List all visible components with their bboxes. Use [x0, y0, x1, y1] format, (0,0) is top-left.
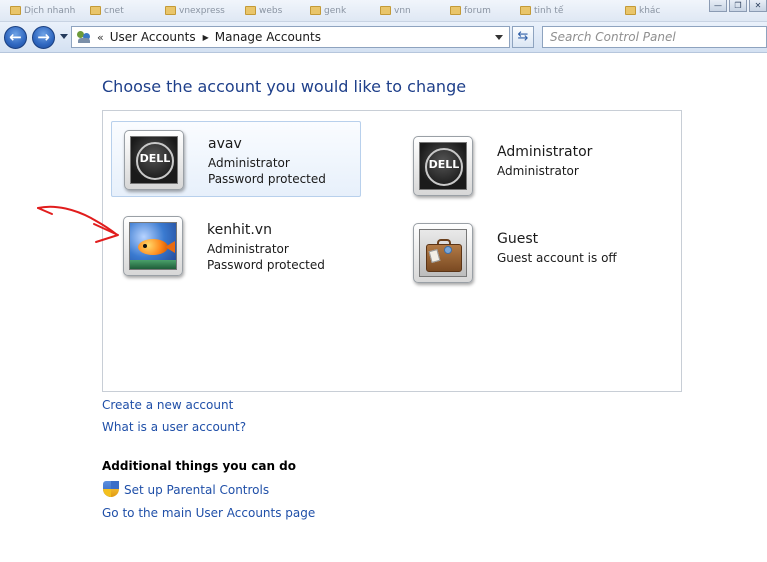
account-tile-guest[interactable]: Guest Guest account is off — [401, 215, 651, 291]
page-title: Choose the account you would like to cha… — [102, 77, 467, 96]
bookmark-folder[interactable]: vnn — [380, 3, 411, 18]
forward-button[interactable]: → — [32, 26, 55, 49]
account-tile-kenhit-vn[interactable]: kenhit.vn Administrator Password protect… — [111, 208, 361, 284]
briefcase-icon — [419, 229, 467, 277]
bookmark-folder[interactable]: Dịch nhanh — [10, 3, 75, 18]
fish-picture-icon — [129, 222, 177, 270]
recent-pages-dropdown-icon[interactable] — [60, 34, 68, 39]
account-name: avav — [208, 136, 242, 152]
folder-icon — [10, 6, 21, 15]
bookmark-folder[interactable]: vnexpress — [165, 3, 225, 18]
folder-icon — [625, 6, 636, 15]
bookmark-folder[interactable]: genk — [310, 3, 346, 18]
folder-icon — [380, 6, 391, 15]
account-type: Administrator — [207, 242, 289, 256]
account-tile-administrator[interactable]: DELL Administrator Administrator — [401, 128, 651, 204]
account-type: Administrator — [208, 156, 290, 170]
close-button[interactable]: ✕ — [749, 0, 767, 12]
bookmark-folder[interactable]: khác — [625, 3, 660, 18]
additional-things-heading: Additional things you can do — [102, 459, 297, 473]
search-input[interactable]: Search Control Panel — [542, 26, 767, 48]
folder-icon — [245, 6, 256, 15]
breadcrumb-user-accounts[interactable]: User Accounts — [110, 30, 196, 44]
account-name: kenhit.vn — [207, 222, 272, 238]
folder-icon — [310, 6, 321, 15]
what-is-user-account-link[interactable]: What is a user account? — [102, 420, 246, 434]
folder-icon — [450, 6, 461, 15]
window-controls: — ❐ ✕ — [709, 0, 767, 12]
account-type: Administrator — [497, 164, 579, 178]
user-accounts-icon — [76, 30, 92, 44]
annotation-arrow-icon — [37, 205, 119, 243]
refresh-button[interactable]: ⇆ — [512, 26, 534, 48]
bookmark-folder[interactable]: forum — [450, 3, 491, 18]
account-picture — [123, 216, 183, 276]
dell-logo-icon: DELL — [419, 142, 467, 190]
account-picture: DELL — [124, 130, 184, 190]
account-name: Administrator — [497, 144, 593, 160]
restore-button[interactable]: ❐ — [729, 0, 747, 12]
bookmark-folder[interactable]: cnet — [90, 3, 124, 18]
uac-shield-icon — [103, 481, 119, 498]
account-picture: DELL — [413, 136, 473, 196]
folder-icon — [520, 6, 531, 15]
create-account-link[interactable]: Create a new account — [102, 398, 233, 412]
bookmark-folder[interactable]: tinh tế — [520, 3, 563, 18]
breadcrumb-separator-icon[interactable]: ▶ — [203, 33, 209, 42]
account-status: Guest account is off — [497, 251, 617, 265]
accounts-panel: DELL avav Administrator Password protect… — [102, 110, 682, 392]
breadcrumb-manage-accounts[interactable]: Manage Accounts — [215, 30, 321, 44]
minimize-button[interactable]: — — [709, 0, 727, 12]
back-button[interactable]: ← — [4, 26, 27, 49]
account-status: Password protected — [207, 258, 325, 272]
account-tile-avav[interactable]: DELL avav Administrator Password protect… — [111, 121, 361, 197]
dell-logo-icon: DELL — [130, 136, 178, 184]
address-bar[interactable]: « User Accounts ▶ Manage Accounts — [71, 26, 510, 48]
bookmark-folder[interactable]: webs — [245, 3, 282, 18]
address-dropdown-icon[interactable] — [495, 35, 503, 40]
main-user-accounts-link[interactable]: Go to the main User Accounts page — [102, 506, 315, 520]
folder-icon — [90, 6, 101, 15]
parental-controls-link[interactable]: Set up Parental Controls — [124, 483, 269, 497]
account-status: Password protected — [208, 172, 326, 186]
bookmarks-bar: Dịch nhanh cnet vnexpress webs genk vnn … — [0, 0, 767, 22]
account-name: Guest — [497, 231, 539, 247]
account-picture — [413, 223, 473, 283]
breadcrumb-overflow-chevron[interactable]: « — [97, 31, 104, 44]
folder-icon — [165, 6, 176, 15]
navigation-bar: ← → « User Accounts ▶ Manage Accounts ⇆ … — [0, 22, 767, 53]
